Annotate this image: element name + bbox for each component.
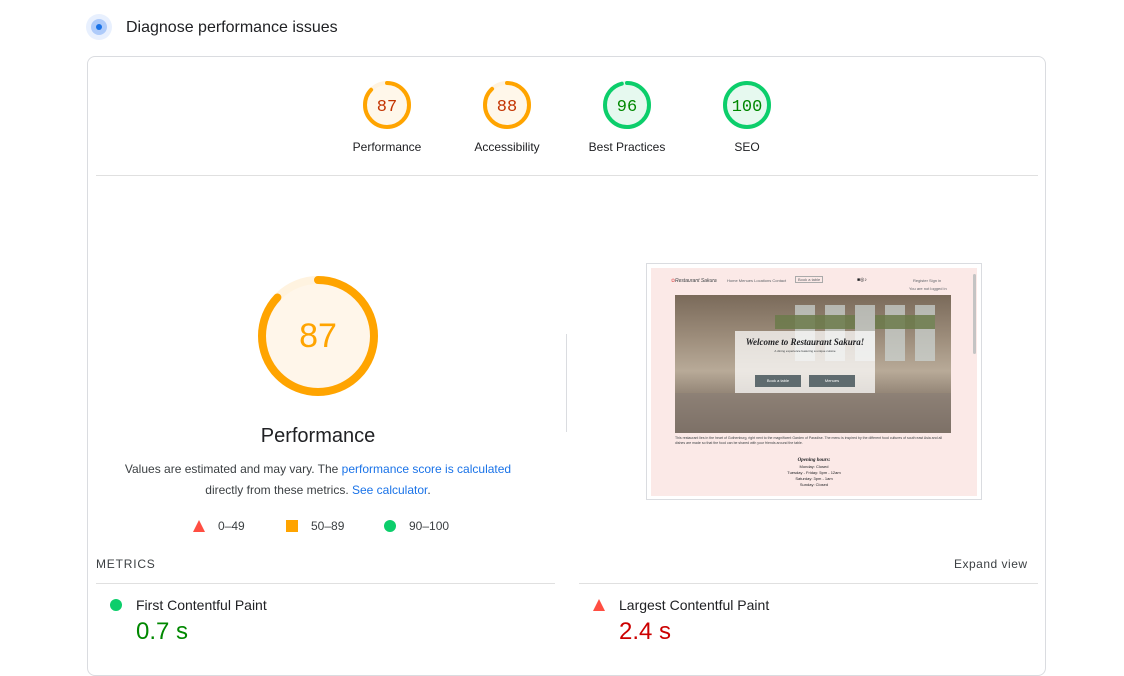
- screenshot-btn-book: Book a table: [755, 375, 801, 387]
- circle-icon: [110, 599, 122, 611]
- screenshot-hero-image: Welcome to Restaurant Sakura! A dining e…: [675, 295, 951, 433]
- square-icon: [286, 520, 298, 532]
- gauge-performance[interactable]: 87 Performance: [327, 80, 447, 154]
- gauge-best-practices-value: 96: [617, 98, 637, 117]
- screenshot-btn-menues: Menues: [809, 375, 855, 387]
- performance-big-gauge: 87: [258, 276, 378, 396]
- screenshot-page: ✿ Restaurant Sakura Home Menues Location…: [651, 268, 977, 496]
- divider: [96, 175, 1038, 176]
- metric-lcp-value: 2.4 s: [619, 618, 672, 645]
- gauge-performance-label: Performance: [352, 140, 422, 154]
- metric-fcp-value: 0.7 s: [136, 618, 189, 645]
- social-icons: ■◎♪: [857, 277, 867, 283]
- screenshot-booking: Book a table: [795, 276, 824, 283]
- screenshot-scrollbar: [973, 274, 976, 354]
- vertical-divider: [566, 334, 567, 432]
- triangle-icon: [193, 520, 205, 532]
- gauge-performance-value: 87: [377, 98, 397, 117]
- gauge-accessibility-ring: 88: [483, 81, 531, 129]
- gauge-seo-label: SEO: [734, 140, 760, 154]
- gauge-seo-value: 100: [732, 98, 763, 117]
- screenshot-welcome: Welcome to Restaurant Sakura!: [745, 337, 865, 347]
- performance-description: Values are estimated and may vary. The p…: [110, 459, 526, 501]
- score-calculated-link[interactable]: performance score is calculated: [342, 462, 511, 476]
- divider: [96, 583, 555, 584]
- divider: [579, 583, 1038, 584]
- gauge-best-practices-ring: 96: [603, 81, 651, 129]
- performance-big-value: 87: [299, 317, 337, 355]
- screenshot-tagline: A dining experience featuring a unique c…: [774, 349, 836, 353]
- screenshot-not-logged-in: You are not logged in: [909, 286, 947, 291]
- performance-title: Performance: [260, 425, 376, 447]
- triangle-icon: [593, 599, 605, 611]
- legend-poor-range: 0–49: [218, 519, 245, 533]
- gauge-best-practices-label: Best Practices: [588, 140, 666, 154]
- gauge-accessibility-label: Accessibility: [474, 140, 540, 154]
- screenshot-auth: Register Sign in: [913, 278, 942, 283]
- screenshot-nav-links: Home Menues Locations Contact: [727, 278, 787, 283]
- see-calculator-link[interactable]: See calculator: [352, 483, 427, 497]
- gauge-accessibility-value: 88: [497, 98, 517, 117]
- gauge-accessibility[interactable]: 88 Accessibility: [447, 80, 567, 154]
- expand-view-button[interactable]: Expand view: [954, 557, 1028, 571]
- screenshot-welcome-box: Welcome to Restaurant Sakura! A dining e…: [735, 331, 875, 393]
- metrics-heading: METRICS: [96, 557, 156, 571]
- final-screenshot[interactable]: ✿ Restaurant Sakura Home Menues Location…: [646, 263, 982, 500]
- gauge-performance-ring: 87: [363, 81, 411, 129]
- gauge-best-practices[interactable]: 96 Best Practices: [567, 80, 687, 154]
- screenshot-opening-hours: Opening hours: Monday: Closed Tuesday - …: [651, 458, 977, 488]
- gauge-seo-ring: 100: [723, 81, 771, 129]
- screenshot-nav: ✿ Restaurant Sakura Home Menues Location…: [651, 276, 977, 286]
- screenshot-body-text: This restaurant lies in the heart of Got…: [675, 436, 942, 445]
- desc-text: .: [427, 483, 431, 497]
- desc-text: Values are estimated and may vary. The: [124, 462, 342, 476]
- circle-icon: [384, 520, 396, 532]
- metric-lcp-name: Largest Contentful Paint: [619, 597, 770, 613]
- lighthouse-icon: [86, 14, 112, 40]
- screenshot-hours-line: Sunday: Closed: [799, 482, 829, 487]
- legend-good-range: 90–100: [409, 519, 450, 533]
- screenshot-brand: Restaurant Sakura: [675, 278, 717, 284]
- gauge-seo[interactable]: 100 SEO: [687, 80, 807, 154]
- section-title: Diagnose performance issues: [126, 19, 338, 36]
- legend-average-range: 50–89: [311, 519, 345, 533]
- desc-text: directly from these metrics.: [205, 483, 352, 497]
- metric-fcp-name: First Contentful Paint: [136, 597, 267, 613]
